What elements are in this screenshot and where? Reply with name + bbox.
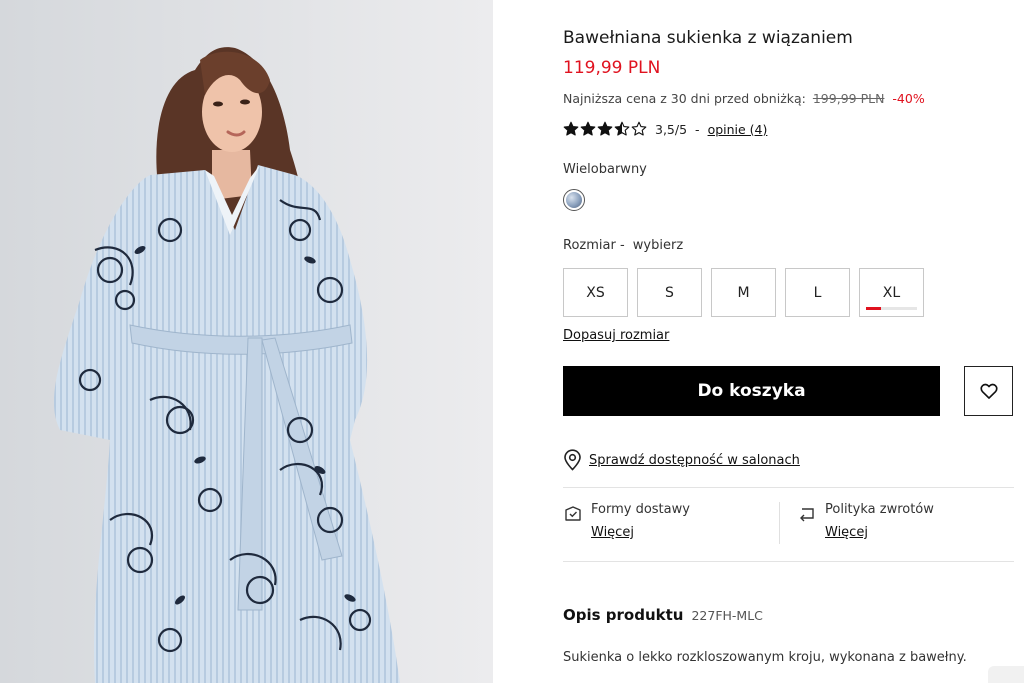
returns-title: Polityka zwrotów: [825, 502, 934, 517]
star-full-icon: [597, 121, 613, 136]
box-icon: [565, 506, 581, 521]
description-text: Sukienka o lekko rozkloszowanym kroju, w…: [563, 650, 967, 665]
rating-score: 3,5/5: [655, 121, 688, 137]
size-label-text: Rozmiar -: [563, 238, 625, 253]
description-heading: Opis produktu: [563, 606, 684, 624]
size-label: Rozmiar - wybierz: [563, 238, 683, 253]
delivery-more-link[interactable]: Więcej: [591, 525, 634, 540]
product-code: 227FH-MLC: [691, 608, 763, 623]
rating-row: 3,5/5 - opinie (4): [563, 120, 767, 138]
color-label: Wielobarwny: [563, 162, 647, 177]
scroll-corner-widget[interactable]: [988, 666, 1024, 683]
size-option-l[interactable]: L: [785, 268, 850, 317]
product-title: Bawełniana sukienka z wiązaniem: [563, 28, 853, 48]
delivery-title: Formy dostawy: [591, 502, 690, 517]
color-swatch-dot: [566, 192, 582, 208]
map-pin-icon: [564, 449, 581, 471]
color-swatch-selected[interactable]: [563, 189, 585, 211]
wishlist-button[interactable]: [964, 366, 1013, 416]
size-option-label: S: [665, 284, 674, 301]
model-image: [0, 0, 493, 683]
product-price: 119,99 PLN: [563, 58, 661, 78]
divider: [563, 487, 1014, 488]
rating-stars: [563, 121, 647, 137]
availability-link[interactable]: Sprawdź dostępność w salonach: [589, 453, 800, 468]
return-arrow-icon: [800, 508, 814, 522]
lowest-price-info: Najniższa cena z 30 dni przed obniżką: 1…: [563, 91, 925, 106]
star-full-icon: [563, 121, 579, 136]
size-option-xl[interactable]: XL: [859, 268, 924, 317]
size-option-label: M: [737, 284, 750, 301]
product-info-panel: Bawełniana sukienka z wiązaniem 119,99 P…: [563, 0, 1014, 683]
size-option-s[interactable]: S: [637, 268, 702, 317]
description-header[interactable]: Opis produktu 227FH-MLC: [563, 606, 763, 624]
size-option-label: XL: [882, 284, 901, 301]
star-full-icon: [580, 121, 596, 136]
lowest-price-label: Najniższa cena z 30 dni przed obniżką:: [563, 91, 806, 106]
returns-info: Polityka zwrotów Więcej: [797, 502, 934, 540]
returns-more-link[interactable]: Więcej: [825, 525, 868, 540]
product-photo[interactable]: [0, 0, 493, 683]
size-choose-text: wybierz: [632, 238, 684, 253]
old-price: 199,99 PLN: [812, 91, 885, 106]
divider: [563, 561, 1014, 562]
size-option-m[interactable]: M: [711, 268, 776, 317]
star-half-icon: [614, 121, 630, 136]
star-empty-icon: [631, 121, 647, 136]
store-availability[interactable]: Sprawdź dostępność w salonach: [563, 449, 800, 471]
size-option-xs[interactable]: XS: [563, 268, 628, 317]
shipping-returns: Formy dostawy Więcej Polityka zwrotów Wi…: [563, 502, 1014, 546]
column-separator: [779, 502, 780, 544]
size-option-label: L: [813, 284, 822, 301]
delivery-info: Formy dostawy Więcej: [563, 502, 690, 540]
size-option-label: XS: [586, 284, 605, 301]
reviews-link[interactable]: opinie (4): [708, 122, 768, 137]
size-fit-link[interactable]: Dopasuj rozmiar: [563, 328, 669, 343]
discount-badge: -40%: [892, 91, 925, 106]
add-to-cart-button[interactable]: Do koszyka: [563, 366, 940, 416]
low-stock-indicator: [866, 307, 917, 310]
heart-icon: [979, 383, 998, 399]
size-options: XS S M L XL: [563, 268, 924, 317]
low-stock-fill: [866, 307, 882, 310]
rating-separator: -: [695, 121, 700, 137]
